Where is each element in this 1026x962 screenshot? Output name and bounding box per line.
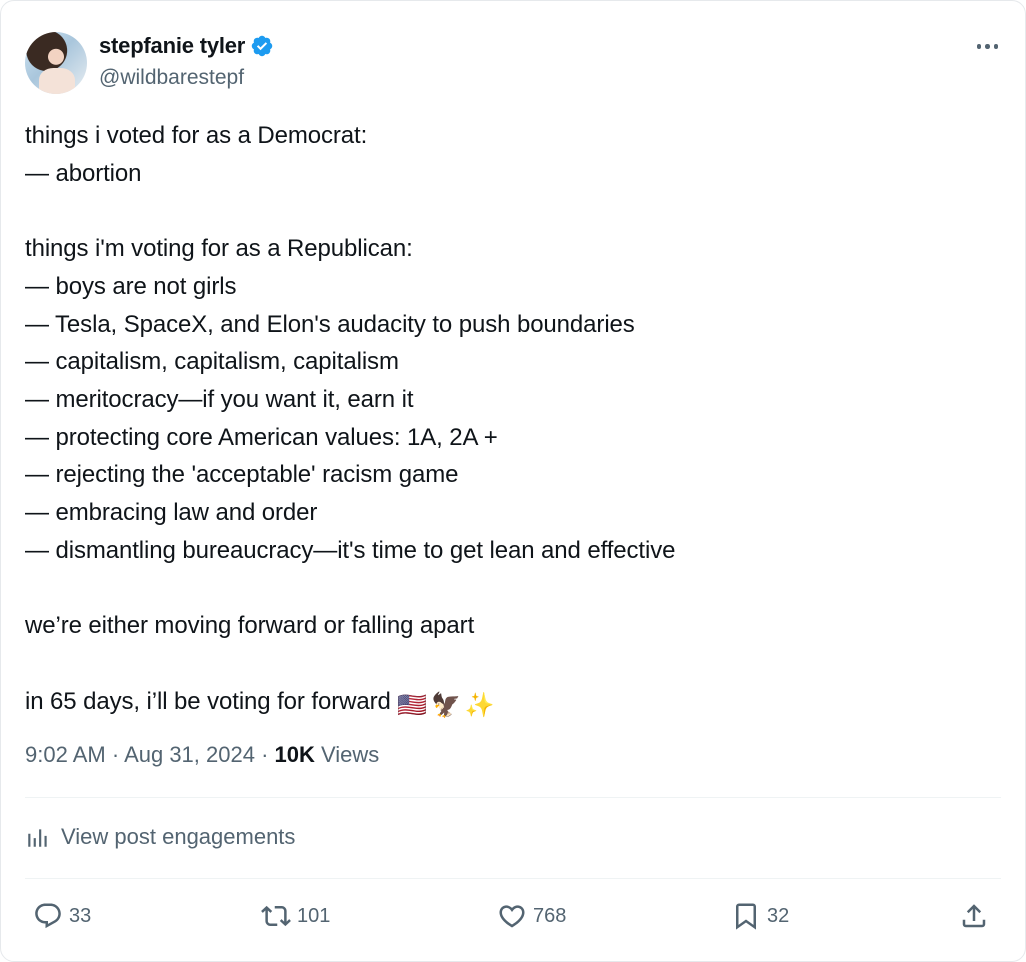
more-options-button[interactable] <box>976 44 998 49</box>
meta-separator: · <box>105 742 125 767</box>
reply-icon <box>35 903 61 929</box>
view-engagements-label: View post engagements <box>61 824 296 849</box>
post-text: things i voted for as a Democrat: — abor… <box>25 117 985 724</box>
bookmark-button[interactable]: 32 <box>731 893 789 939</box>
reply-button[interactable]: 33 <box>33 893 91 939</box>
more-icon-dot <box>985 44 990 49</box>
divider <box>25 797 1001 798</box>
author-handle[interactable]: @wildbarestepf <box>99 66 244 90</box>
eagle-emoji: 🦅 <box>431 691 461 719</box>
like-button[interactable]: 768 <box>497 893 566 939</box>
post-last-line: in 65 days, i’ll be voting for forward <box>25 687 391 715</box>
sparkles-emoji: ✨ <box>464 691 495 719</box>
reply-count: 33 <box>69 904 92 927</box>
meta-separator: · <box>254 742 275 767</box>
repost-icon <box>261 905 291 927</box>
post-body: things i voted for as a Democrat: — abor… <box>25 122 676 640</box>
author-name-row: stepfanie tyler <box>99 33 274 59</box>
more-icon <box>976 44 981 49</box>
more-icon-dot <box>993 44 998 49</box>
like-count: 768 <box>533 904 567 927</box>
share-icon <box>962 904 986 928</box>
us-flag-emoji: 🇺🇸 <box>397 691 428 719</box>
post-date[interactable]: Aug 31, 2024 <box>124 742 255 767</box>
repost-button[interactable]: 101 <box>261 893 330 939</box>
analytics-icon <box>28 829 47 847</box>
repost-count: 101 <box>297 904 331 927</box>
post-time[interactable]: 9:02 AM <box>25 742 106 767</box>
verified-badge-icon <box>251 35 273 57</box>
views-count: 10K <box>274 742 315 767</box>
like-icon <box>499 905 525 928</box>
divider <box>25 878 1001 879</box>
action-bar: 33 101 768 32 <box>25 893 1001 939</box>
post-meta: 9:02 AM · Aug 31, 2024 · 10K Views <box>25 742 379 768</box>
author-name[interactable]: stepfanie tyler <box>99 33 245 59</box>
avatar[interactable] <box>25 32 87 94</box>
bookmark-icon <box>736 903 756 930</box>
bookmark-count: 32 <box>767 904 790 927</box>
view-engagements-button[interactable]: View post engagements <box>25 824 295 850</box>
views-label: Views <box>314 742 380 767</box>
share-button[interactable] <box>959 893 989 939</box>
